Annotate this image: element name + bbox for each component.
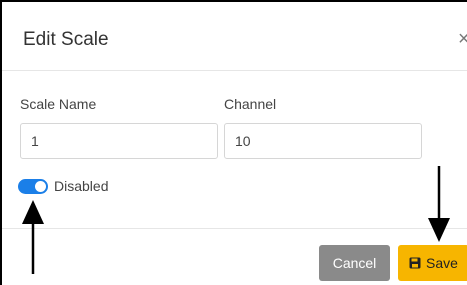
save-button-label: Save xyxy=(426,255,458,271)
disabled-toggle-label: Disabled xyxy=(54,178,109,194)
floppy-disk-icon xyxy=(409,257,421,269)
channel-input[interactable] xyxy=(224,123,422,159)
toggle-knob xyxy=(35,181,46,192)
save-button[interactable]: Save xyxy=(398,245,467,281)
cancel-button-label: Cancel xyxy=(332,255,377,271)
cancel-button[interactable]: Cancel xyxy=(319,245,390,281)
arrow-up-icon xyxy=(22,200,44,274)
scale-name-input[interactable] xyxy=(20,123,218,159)
dialog-header: Edit Scale × xyxy=(2,2,467,71)
disabled-toggle[interactable] xyxy=(18,179,48,194)
arrow-down-icon xyxy=(428,166,450,242)
edit-scale-dialog: Edit Scale × Scale Name Channel Disabled… xyxy=(0,0,467,285)
channel-label: Channel xyxy=(224,96,277,112)
footer-divider xyxy=(2,228,467,229)
dialog-title: Edit Scale xyxy=(23,29,109,50)
close-icon[interactable]: × xyxy=(458,28,467,50)
scale-name-label: Scale Name xyxy=(20,96,97,112)
